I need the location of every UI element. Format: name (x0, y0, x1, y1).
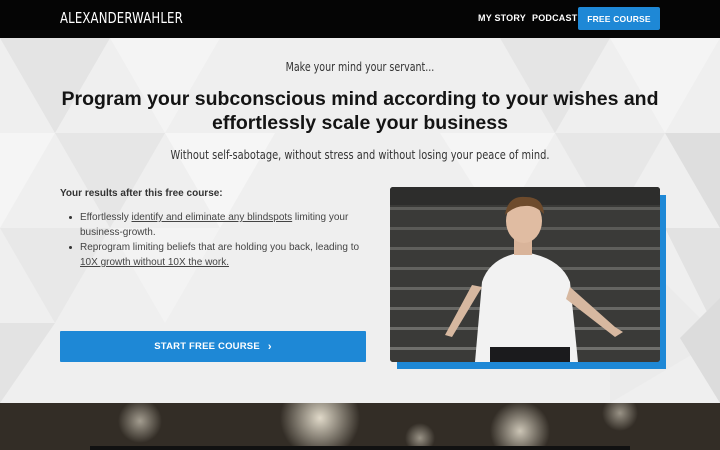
site-logo[interactable]: ALEXANDERWAHLER (60, 9, 183, 27)
list-item: Effortlessly identify and eliminate any … (68, 210, 368, 240)
start-free-course-button[interactable]: START FREE COURSE › (60, 331, 366, 362)
hero-headline: Program your subconscious mind according… (61, 88, 659, 134)
results-list: Effortlessly identify and eliminate any … (68, 210, 368, 270)
bullet-link[interactable]: 10X growth without 10X the work. (80, 257, 229, 268)
top-navbar: ALEXANDERWAHLER MY STORY PODCAST FREE CO… (0, 0, 720, 38)
hero-photo (390, 187, 660, 362)
hero-section: Make your mind your servant... Program y… (0, 38, 720, 403)
start-button-label: START FREE COURSE (154, 341, 260, 352)
hero-subline: Without self-sabotage, without stress an… (170, 148, 550, 162)
stage-photo-banner (0, 403, 720, 450)
list-item: Reprogram limiting beliefs that are hold… (68, 240, 368, 270)
bullet-link[interactable]: identify and eliminate any blindspots (132, 212, 293, 223)
chevron-right-icon: › (267, 340, 272, 353)
bullet-text: Effortlessly (80, 212, 132, 223)
concert-stage-image (0, 403, 720, 450)
nav-link-podcast[interactable]: PODCAST (532, 13, 577, 23)
person-sitting-on-stairs-image (390, 187, 660, 362)
bullet-text: Reprogram limiting beliefs that are hold… (80, 242, 360, 253)
hero-tagline: Make your mind your servant... (285, 60, 435, 74)
free-course-button[interactable]: FREE COURSE (578, 7, 660, 30)
results-title: Your results after this free course: (60, 188, 223, 199)
nav-link-my-story[interactable]: MY STORY (478, 13, 526, 23)
